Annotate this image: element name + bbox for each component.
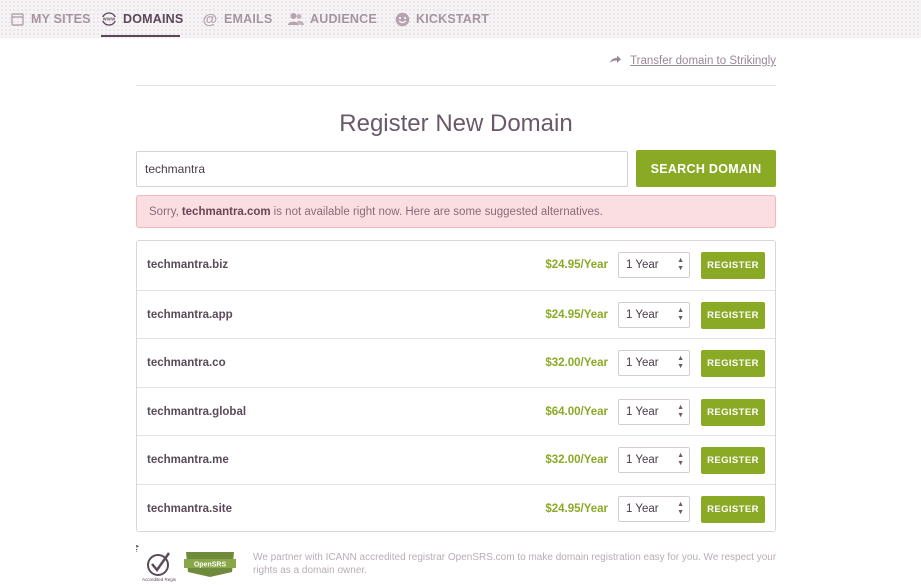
domain-row: techmantra.site $24.95/Year 1 Year ▲ ▼ REG… (137, 483, 775, 533)
domain-price: $24.95/Year (545, 502, 608, 515)
divider (136, 85, 776, 86)
browser-window-icon (9, 11, 25, 27)
people-icon (288, 11, 304, 27)
domain-price: $32.00/Year (545, 454, 608, 466)
select-arrows-icon: ▲ ▼ (677, 355, 684, 370)
smiley-icon (394, 11, 410, 27)
domain-row: techmantra.app $24.95/Year 1 Year ▲ ▼ REGI… (137, 289, 775, 339)
register-button[interactable]: REGISTER (701, 252, 765, 279)
term-select-value: 1 Year (626, 502, 659, 515)
nav-item-my-sites[interactable]: MY SITES (9, 0, 91, 38)
register-button[interactable]: REGISTER (701, 398, 765, 426)
active-tab-indicator (101, 35, 180, 37)
term-select[interactable]: 1 Year ▲ ▼ (618, 350, 690, 376)
domain-name: techmantra.app (147, 308, 233, 321)
term-select-value: 1 Year (626, 357, 659, 369)
icann-logo: ICANN Accredited Registrar (136, 545, 176, 582)
select-arrows-icon: ▲ ▼ (677, 257, 684, 272)
register-button[interactable]: REGISTER (701, 495, 765, 523)
register-button[interactable]: REGISTER (701, 301, 765, 329)
select-arrows-icon: ▲ ▼ (677, 403, 684, 419)
alert-prefix: Sorry, (149, 205, 179, 218)
opensrs-logo: OpenSRS (184, 552, 236, 577)
domain-row: techmantra.global $64.00/Year 1 Year ▲ ▼ R… (137, 386, 775, 436)
domain-name: techmantra.me (147, 454, 229, 466)
term-select[interactable]: 1 Year ▲ ▼ (618, 301, 690, 328)
domain-name: techmantra.co (147, 357, 226, 369)
nav-item-domains[interactable]: WWW DOMAINS (101, 0, 183, 38)
search-domain-button[interactable]: SEARCH DOMAIN (636, 150, 776, 187)
nav-item-label: KICKSTART (416, 12, 490, 26)
term-select-value: 1 Year (626, 405, 659, 418)
nav-item-emails[interactable]: @ EMAILS (202, 0, 273, 38)
register-button[interactable]: REGISTER (701, 350, 765, 377)
transfer-domain-link[interactable]: Transfer domain to Strikingly (630, 55, 776, 67)
select-arrows-icon: ▲ ▼ (677, 306, 684, 322)
domain-row: techmantra.biz $24.95/Year 1 Year ▲ ▼ REGI… (137, 241, 775, 290)
domain-name: techmantra.biz (147, 259, 229, 271)
nav-item-kickstart[interactable]: KICKSTART (394, 0, 489, 38)
domain-name: techmantra.global (147, 405, 247, 418)
domain-name: techmantra.site (147, 502, 233, 515)
select-arrows-icon: ▲ ▼ (677, 452, 684, 467)
page-title: Register New Domain (339, 110, 573, 137)
www-globe-icon: WWW (101, 11, 117, 27)
domain-row: techmantra.co $32.00/Year 1 Year ▲ ▼ REGIS… (137, 338, 775, 387)
svg-text:ICANN: ICANN (136, 545, 143, 564)
nav-item-audience[interactable]: AUDIENCE (288, 0, 377, 38)
nav-item-label: DOMAINS (123, 12, 184, 26)
top-navigation: MY SITES WWW DOMAINS @ EMAILS AUDIENCE K… (0, 0, 921, 38)
term-select[interactable]: 1 Year ▲ ▼ (618, 495, 690, 522)
unavailable-alert: Sorry, techmantra.com is not available r… (136, 195, 776, 228)
nav-item-label: AUDIENCE (310, 12, 377, 26)
domain-price: $24.95/Year (545, 259, 608, 271)
domain-price: $64.00/Year (545, 405, 608, 418)
at-sign-icon: @ (202, 10, 218, 28)
term-select[interactable]: 1 Year ▲ ▼ (618, 398, 690, 425)
alert-domain: techmantra.com (181, 205, 271, 218)
svg-text:WWW: WWW (103, 17, 115, 22)
nav-item-label: MY SITES (31, 12, 91, 26)
register-button[interactable]: REGISTER (701, 447, 765, 474)
nav-item-label: EMAILS (224, 12, 273, 26)
term-select-value: 1 Year (626, 308, 659, 321)
svg-text:OpenSRS: OpenSRS (194, 561, 227, 568)
transfer-domain-link-wrap: Transfer domain to Strikingly (610, 55, 776, 67)
footer-partner-text: We partner with ICANN accredited registr… (253, 552, 777, 576)
term-select[interactable]: 1 Year ▲ ▼ (618, 252, 690, 278)
term-select-value: 1 Year (626, 259, 659, 271)
alert-suffix: is not available right now. Here are som… (273, 205, 603, 218)
term-select[interactable]: 1 Year ▲ ▼ (618, 447, 690, 473)
domain-price: $32.00/Year (545, 357, 608, 369)
term-select-value: 1 Year (626, 454, 659, 466)
svg-text:Accredited Registrar: Accredited Registrar (142, 577, 176, 582)
domain-suggestions-list: techmantra.biz $24.95/Year 1 Year ▲ ▼ REGI… (136, 240, 776, 532)
domain-row: techmantra.me $32.00/Year 1 Year ▲ ▼ REGIS… (137, 435, 775, 484)
select-arrows-icon: ▲ ▼ (677, 500, 684, 516)
domain-search-input[interactable] (136, 151, 628, 187)
domain-price: $24.95/Year (545, 308, 608, 321)
share-arrow-icon (610, 55, 622, 67)
